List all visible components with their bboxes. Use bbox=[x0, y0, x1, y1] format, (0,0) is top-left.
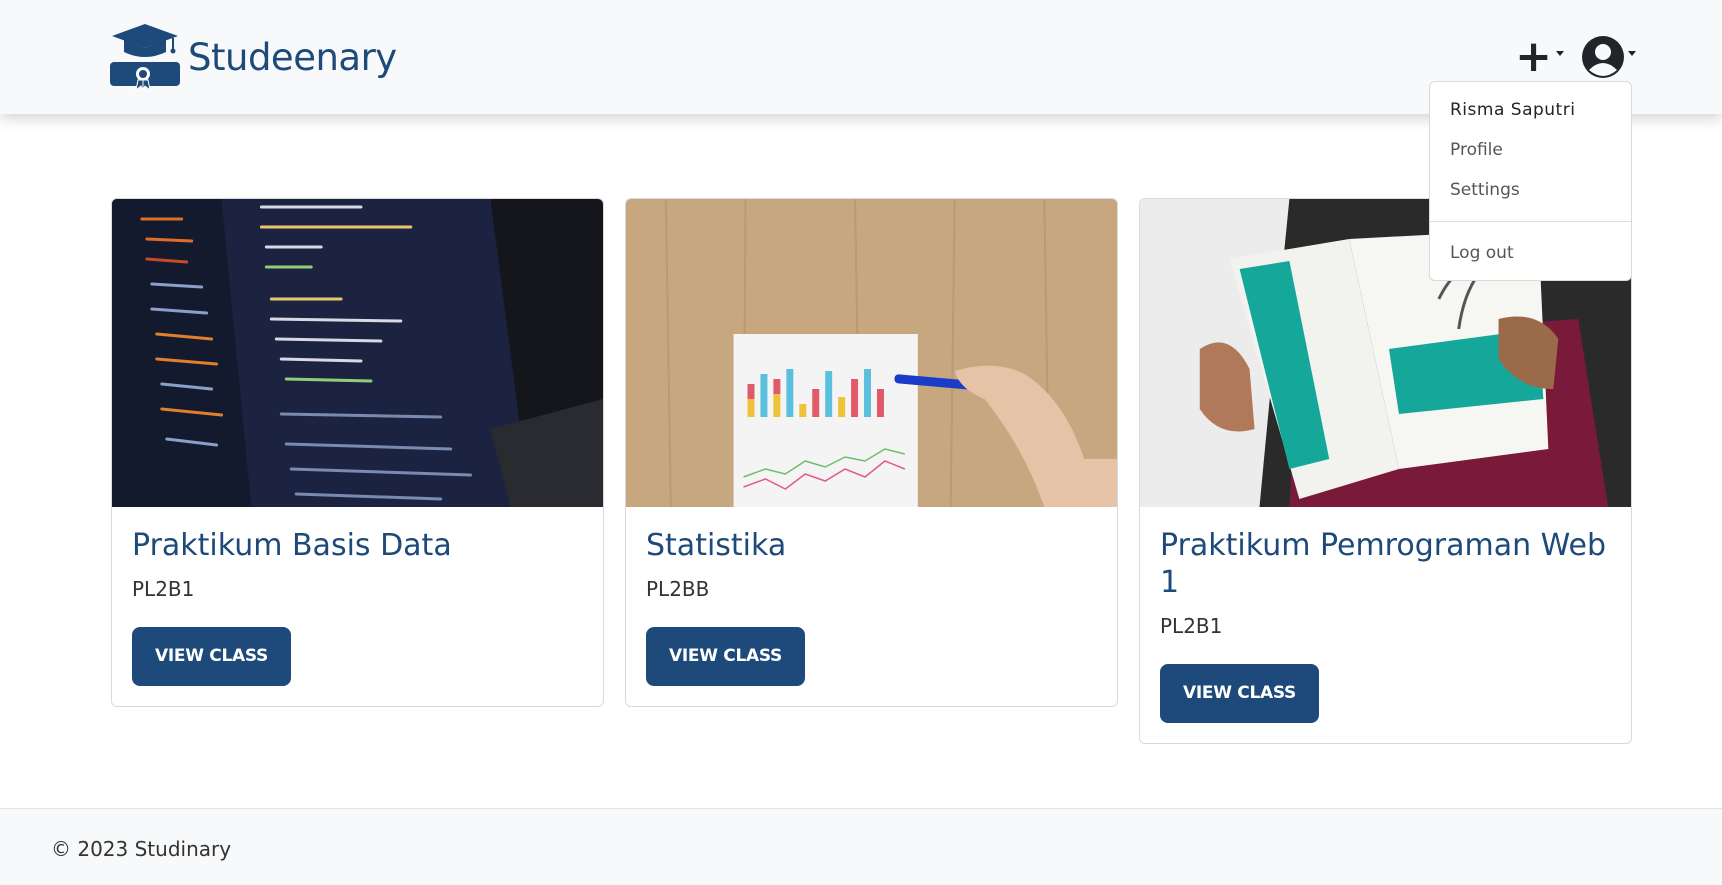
menu-item-profile[interactable]: Profile bbox=[1430, 130, 1631, 170]
class-code: PL2B1 bbox=[132, 577, 195, 601]
user-name: Risma Saputri bbox=[1450, 100, 1576, 120]
brand-name: Studeenary bbox=[188, 35, 397, 79]
footer: © 2023 Studinary bbox=[0, 808, 1722, 885]
user-circle-icon bbox=[1582, 36, 1624, 78]
class-card: Praktikum Basis Data PL2B1 VIEW CLASS bbox=[111, 198, 604, 707]
view-class-button[interactable]: VIEW CLASS bbox=[646, 627, 805, 686]
class-card-list: Praktikum Basis Data PL2B1 VIEW CLASS St… bbox=[111, 198, 1632, 744]
laptop-code-editor-photo bbox=[112, 199, 603, 507]
user-menu-button[interactable] bbox=[1582, 36, 1636, 78]
menu-item-logout[interactable]: Log out bbox=[1430, 233, 1631, 273]
graduation-cap-diploma-icon bbox=[110, 24, 180, 92]
copyright-text: © 2023 Studinary bbox=[51, 837, 232, 861]
view-class-button[interactable]: VIEW CLASS bbox=[1160, 664, 1319, 723]
class-title[interactable]: Statistika bbox=[646, 527, 1097, 564]
class-card: Statistika PL2BB VIEW CLASS bbox=[625, 198, 1118, 707]
class-title[interactable]: Praktikum Pemrograman Web 1 bbox=[1160, 527, 1611, 601]
class-code: PL2B1 bbox=[1160, 614, 1223, 638]
plus-icon: + bbox=[1515, 31, 1552, 82]
chevron-down-icon bbox=[1556, 50, 1564, 56]
chart-paper-on-wood-photo bbox=[626, 199, 1117, 507]
view-class-button[interactable]: VIEW CLASS bbox=[132, 627, 291, 686]
class-title[interactable]: Praktikum Basis Data bbox=[132, 527, 583, 564]
menu-item-settings[interactable]: Settings bbox=[1430, 170, 1631, 210]
menu-divider bbox=[1430, 221, 1631, 222]
user-dropdown-menu: Risma Saputri Profile Settings Log out bbox=[1429, 81, 1632, 281]
chevron-down-icon bbox=[1628, 50, 1636, 56]
add-class-button[interactable]: + bbox=[1515, 31, 1564, 82]
class-code: PL2BB bbox=[646, 577, 710, 601]
brand[interactable]: Studeenary bbox=[110, 22, 397, 92]
nav-actions: + bbox=[1515, 31, 1636, 82]
